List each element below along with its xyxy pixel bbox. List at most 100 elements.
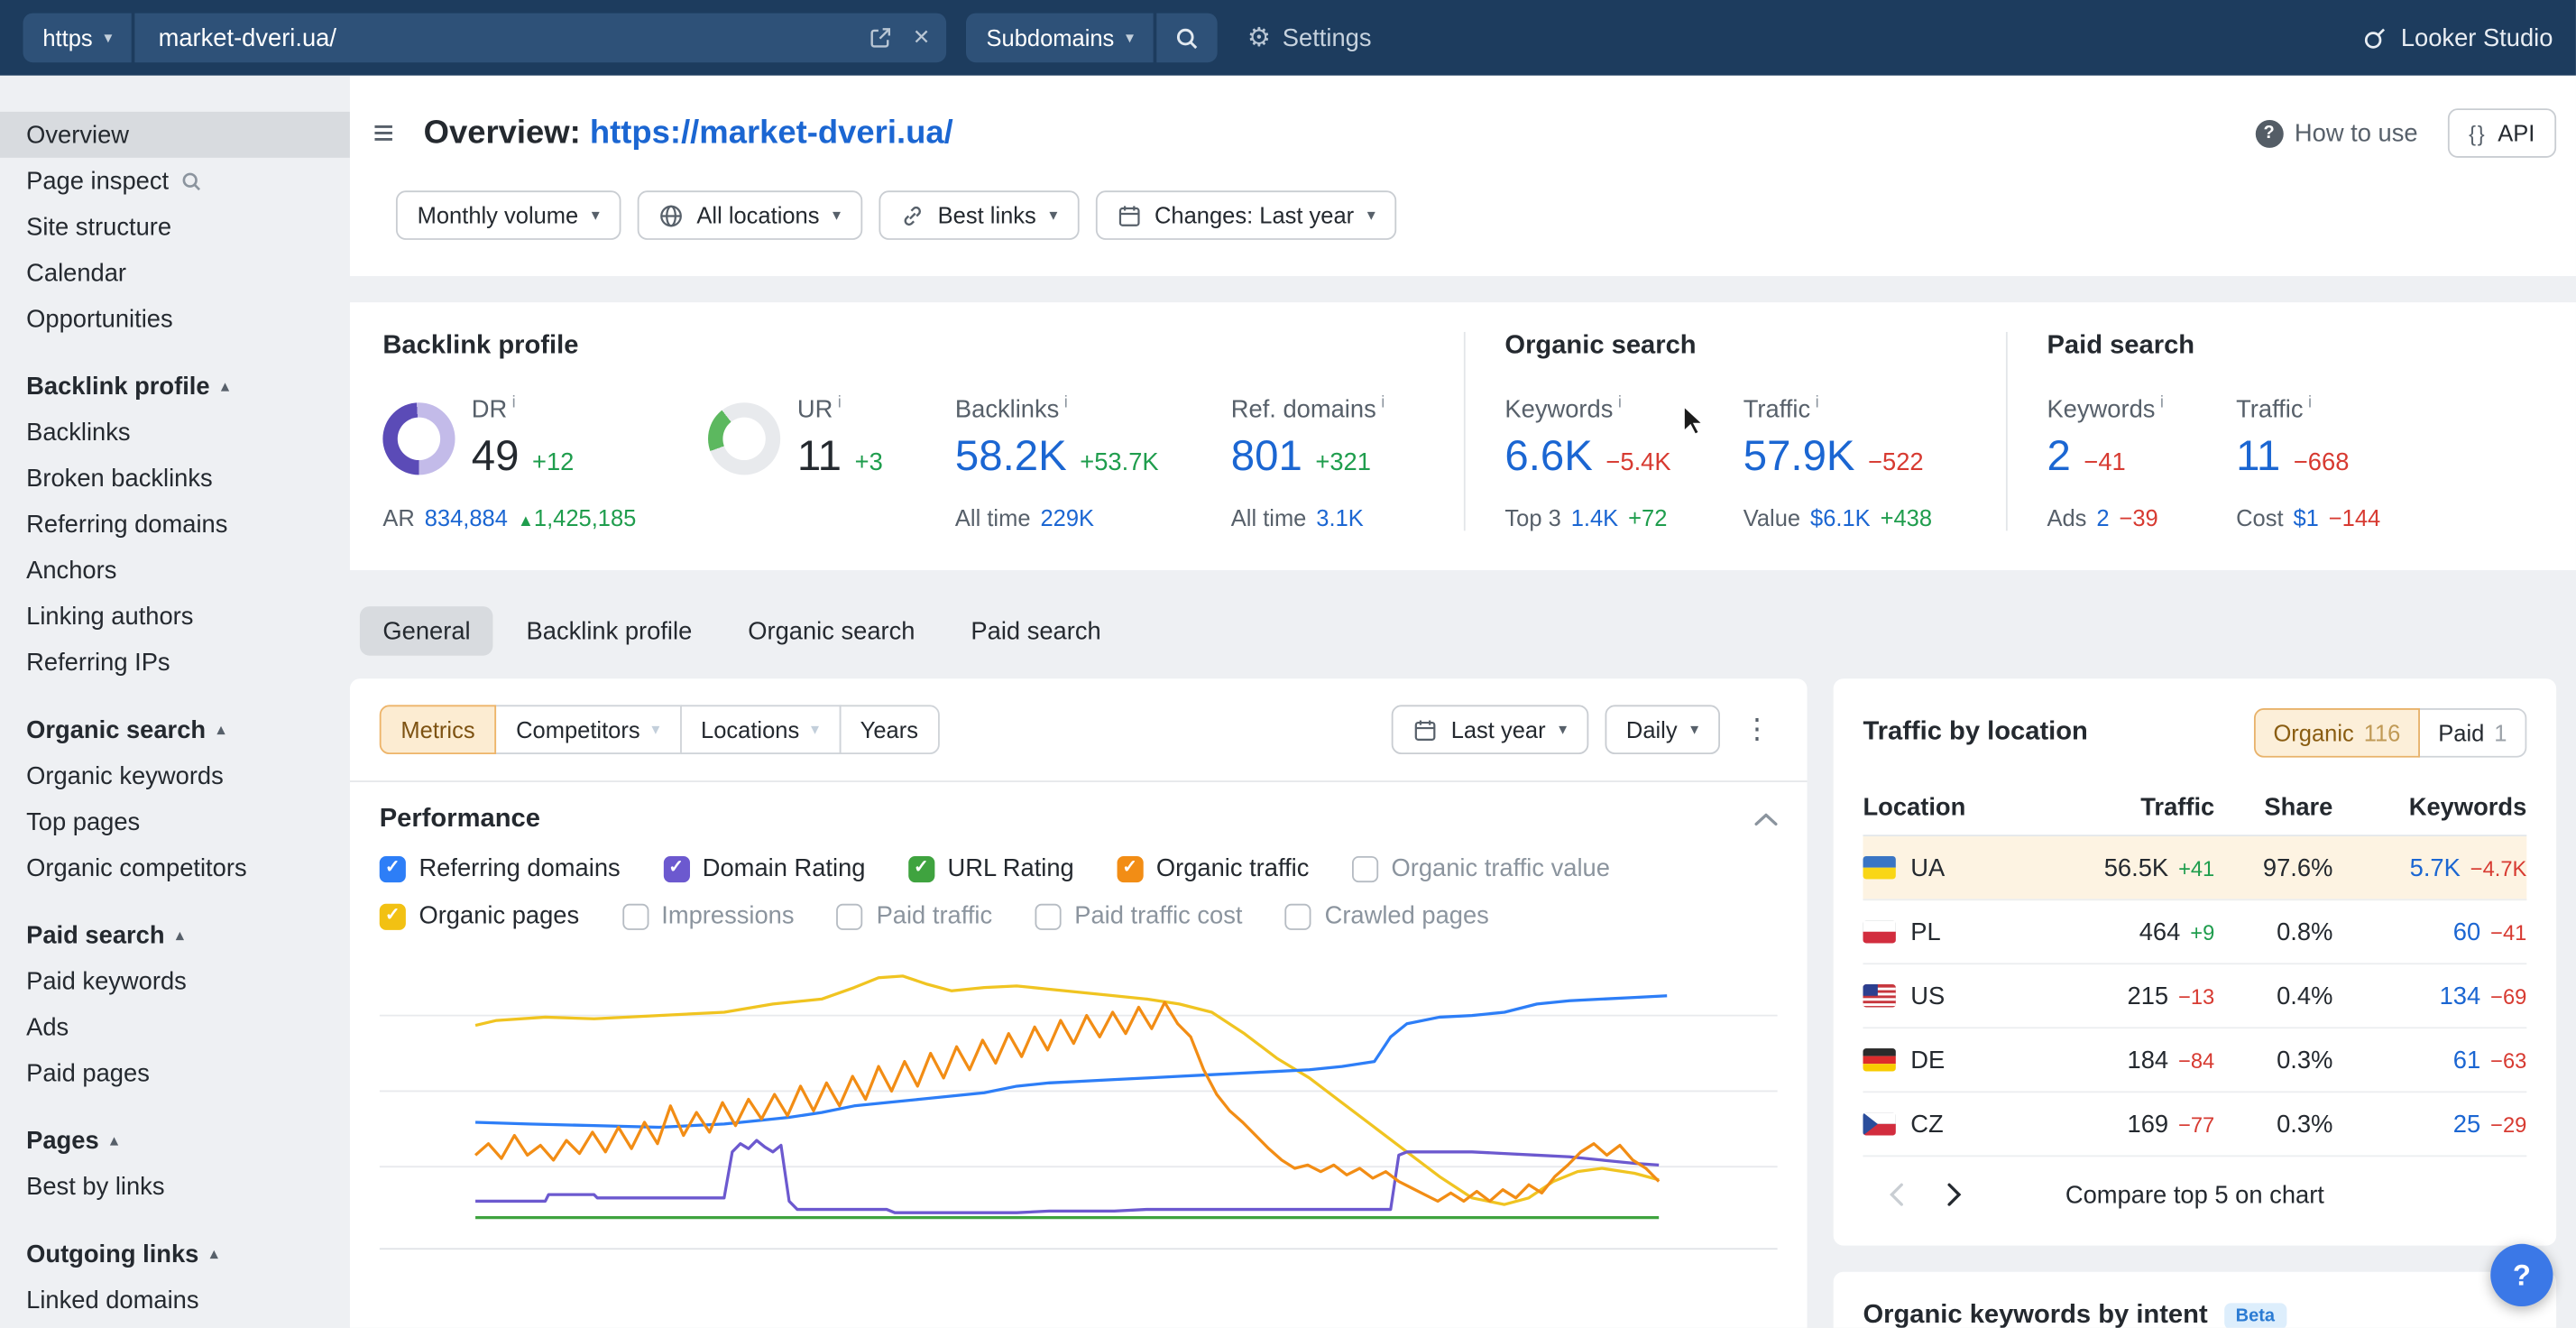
checkbox-url-rating[interactable]: ✓URL Rating (908, 854, 1074, 882)
sidebar-item-page-inspect[interactable]: Page inspect (0, 158, 350, 204)
organic-traffic-value-link[interactable]: 57.9K (1743, 430, 1855, 481)
checkbox-impressions[interactable]: Impressions (622, 902, 795, 930)
tab-general[interactable]: General (360, 606, 493, 656)
keywords-link[interactable]: 25 (2453, 1110, 2480, 1138)
table-row-cz[interactable]: CZ 169−77 0.3% 25−29 (1863, 1093, 2526, 1157)
sidebar-item-organic-competitors[interactable]: Organic competitors (0, 844, 350, 890)
info-icon[interactable]: i (838, 394, 842, 412)
settings-button[interactable]: ⚙ Settings (1247, 22, 1372, 54)
url-input[interactable] (159, 23, 859, 51)
sidebar-section-paid-search[interactable]: Paid search ▴ (0, 912, 350, 958)
ar-value-link[interactable]: 834,884 (425, 504, 508, 530)
granularity-dropdown[interactable]: Daily ▾ (1605, 705, 1720, 754)
checkbox-domain-rating[interactable]: ✓Domain Rating (663, 854, 865, 882)
organic-keywords-value-link[interactable]: 6.6K (1504, 430, 1592, 481)
refdomains-alltime-link[interactable]: 3.1K (1316, 504, 1363, 530)
help-fab-button[interactable]: ? (2490, 1244, 2553, 1306)
hamburger-menu-icon[interactable]: ≡ (363, 115, 408, 151)
checkbox-crawled-pages[interactable]: Crawled pages (1285, 902, 1489, 930)
info-icon[interactable]: i (2160, 394, 2164, 412)
toggle-organic[interactable]: Organic116 (2254, 708, 2421, 758)
sidebar-section-organic-search[interactable]: Organic search ▴ (0, 706, 350, 752)
looker-studio-brand[interactable]: Looker Studio (2363, 23, 2553, 51)
sidebar-item-backlinks[interactable]: Backlinks (0, 410, 350, 456)
competitors-dropdown[interactable]: Competitors▾ (494, 705, 681, 754)
sidebar-item-linking-authors[interactable]: Linking authors (0, 594, 350, 640)
info-icon[interactable]: i (1381, 394, 1385, 412)
ads-link[interactable]: 2 (2096, 504, 2109, 530)
toggle-paid[interactable]: Paid1 (2418, 708, 2526, 758)
keywords-link[interactable]: 134 (2440, 982, 2481, 1010)
sidebar-item-referring-ips[interactable]: Referring IPs (0, 640, 350, 686)
table-row-ua[interactable]: UA 56.5K+41 97.6% 5.7K−4.7K (1863, 836, 2526, 900)
refdomains-value-link[interactable]: 801 (1231, 430, 1302, 481)
tab-organic-search[interactable]: Organic search (725, 606, 938, 656)
checkbox-organic-pages[interactable]: ✓Organic pages (380, 902, 579, 930)
scope-dropdown[interactable]: Subdomains ▾ (967, 14, 1154, 63)
table-row-pl[interactable]: PL 464+9 0.8% 60−41 (1863, 900, 2526, 964)
sidebar-item-overview[interactable]: Overview (0, 112, 350, 158)
sidebar-item-calendar[interactable]: Calendar (0, 250, 350, 296)
sidebar-item-paid-pages[interactable]: Paid pages (0, 1050, 350, 1096)
sidebar-item-broken-backlinks[interactable]: Broken backlinks (0, 456, 350, 502)
sidebar-item-top-pages[interactable]: Top pages (0, 798, 350, 844)
target-domain-link[interactable]: https://market-dveri.ua/ (590, 115, 953, 151)
keywords-link[interactable]: 61 (2453, 1046, 2480, 1074)
sidebar-section-outgoing-links[interactable]: Outgoing links ▴ (0, 1231, 350, 1277)
collapse-section-icon[interactable] (1754, 814, 1777, 827)
sidebar-item-paid-keywords[interactable]: Paid keywords (0, 958, 350, 1004)
keywords-link[interactable]: 60 (2453, 918, 2480, 945)
top3-link[interactable]: 1.4K (1571, 504, 1618, 530)
sidebar-section-pages[interactable]: Pages ▴ (0, 1118, 350, 1164)
table-row-de[interactable]: DE 184−84 0.3% 61−63 (1863, 1028, 2526, 1093)
search-button[interactable] (1157, 14, 1218, 63)
api-button[interactable]: {} API (2447, 108, 2556, 158)
checkbox-organic-traffic[interactable]: ✓Organic traffic (1117, 854, 1309, 882)
sidebar-item-linked-domains[interactable]: Linked domains (0, 1277, 350, 1323)
table-row-us[interactable]: US 215−13 0.4% 134−69 (1863, 964, 2526, 1028)
protocol-dropdown[interactable]: https ▾ (23, 14, 132, 63)
checkbox-referring-domains[interactable]: ✓Referring domains (380, 854, 621, 882)
locations-filter-dropdown[interactable]: All locations ▾ (638, 190, 862, 240)
sidebar-item-referring-domains[interactable]: Referring domains (0, 502, 350, 548)
how-to-use-button[interactable]: ? How to use (2255, 119, 2417, 147)
years-tab[interactable]: Years (839, 705, 940, 754)
beta-badge: Beta (2224, 1303, 2286, 1327)
backlinks-alltime-link[interactable]: 229K (1040, 504, 1094, 530)
date-range-dropdown[interactable]: Last year ▾ (1392, 705, 1588, 754)
sidebar-item-ads[interactable]: Ads (0, 1004, 350, 1050)
url-field[interactable]: ✕ (135, 14, 947, 63)
changes-filter-dropdown[interactable]: Changes: Last year ▾ (1095, 190, 1396, 240)
best-links-filter-dropdown[interactable]: Best links ▾ (879, 190, 1079, 240)
compare-top5-button[interactable]: Compare top 5 on chart (1863, 1181, 2526, 1209)
checkbox-organic-traffic-value[interactable]: Organic traffic value (1352, 854, 1610, 882)
info-icon[interactable]: i (1064, 394, 1068, 412)
locations-dropdown[interactable]: Locations▾ (679, 705, 840, 754)
info-icon[interactable]: i (2308, 394, 2312, 412)
keywords-link[interactable]: 5.7K (2410, 853, 2461, 881)
traffic-value-link[interactable]: $6.1K (1810, 504, 1871, 530)
sidebar-item-best-by-links[interactable]: Best by links (0, 1164, 350, 1210)
tab-backlink-profile[interactable]: Backlink profile (503, 606, 715, 656)
metrics-tab[interactable]: Metrics (380, 705, 497, 754)
sidebar-section-backlink-profile[interactable]: Backlink profile ▴ (0, 364, 350, 410)
tab-paid-search[interactable]: Paid search (948, 606, 1124, 656)
paid-keywords-value-link[interactable]: 2 (2047, 430, 2070, 481)
clear-url-icon[interactable]: ✕ (913, 24, 931, 51)
col-location: Location (1863, 794, 2023, 822)
info-icon[interactable]: i (1618, 394, 1622, 412)
checkbox-paid-traffic[interactable]: Paid traffic (837, 902, 992, 930)
cost-link[interactable]: $1 (2293, 504, 2318, 530)
volume-filter-dropdown[interactable]: Monthly volume ▾ (396, 190, 621, 240)
sidebar-item-anchors[interactable]: Anchors (0, 548, 350, 594)
sidebar-item-organic-keywords[interactable]: Organic keywords (0, 752, 350, 798)
sidebar-item-site-structure[interactable]: Site structure (0, 204, 350, 250)
more-options-icon[interactable]: ⋮ (1736, 713, 1778, 745)
checkbox-paid-traffic-cost[interactable]: Paid traffic cost (1035, 902, 1243, 930)
paid-traffic-value-link[interactable]: 11 (2236, 430, 2280, 481)
open-in-new-tab-icon[interactable] (869, 26, 892, 49)
info-icon[interactable]: i (1816, 394, 1819, 412)
sidebar-item-opportunities[interactable]: Opportunities (0, 296, 350, 342)
info-icon[interactable]: i (512, 394, 516, 412)
backlinks-value-link[interactable]: 58.2K (955, 430, 1067, 481)
